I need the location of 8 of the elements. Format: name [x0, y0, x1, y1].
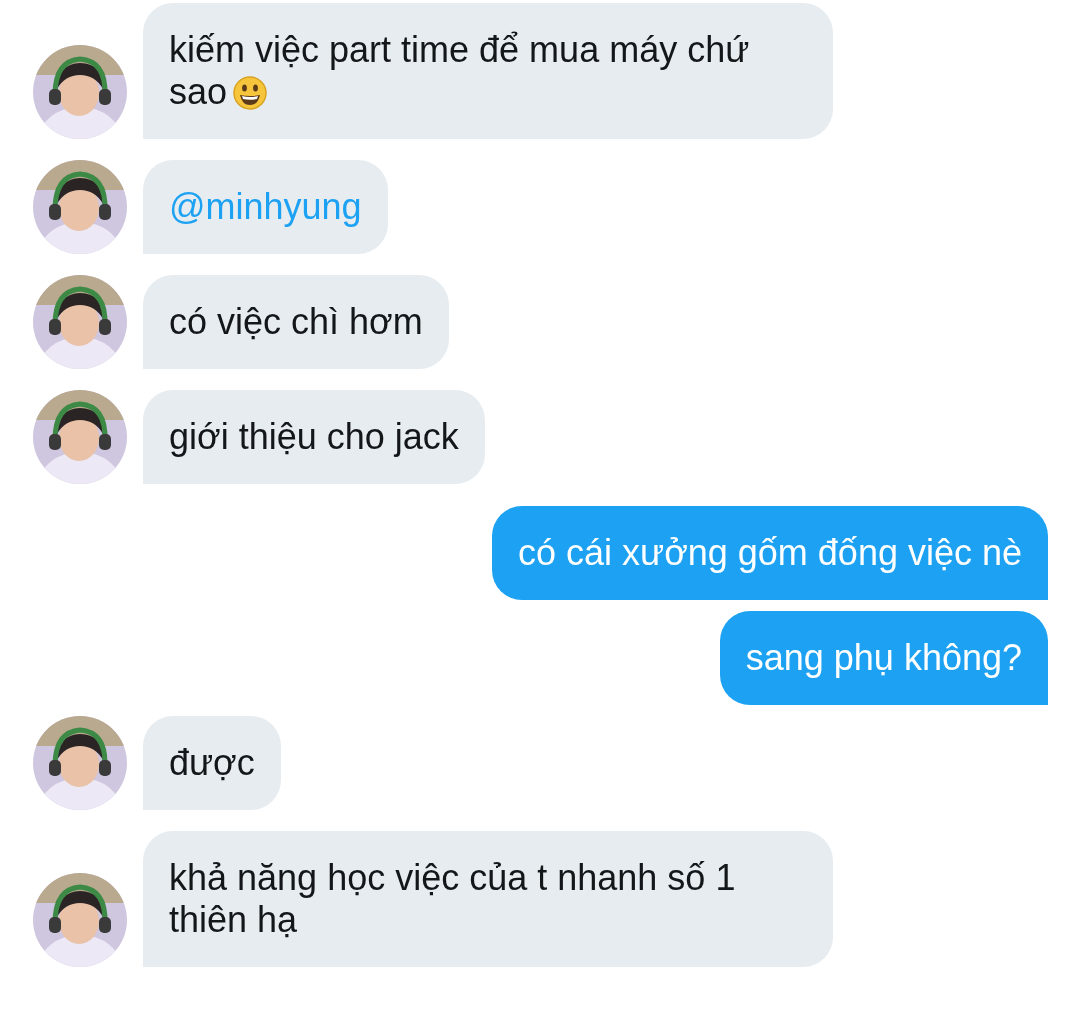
mention-link[interactable]: @minhyung: [169, 186, 362, 227]
message-text: được: [169, 742, 255, 783]
message-text: kiếm việc part time để mua máy chứ sao: [169, 29, 750, 112]
message-text: khả năng học việc của t nhanh số 1 thiên hạ: [169, 857, 736, 940]
message-text: giới thiệu cho jack: [169, 416, 459, 457]
message-text: có cái xưởng gốm đống việc nè: [518, 532, 1022, 573]
message-text: có việc chì hơm: [169, 301, 423, 342]
message-text: sang phụ không?: [745, 637, 1022, 678]
